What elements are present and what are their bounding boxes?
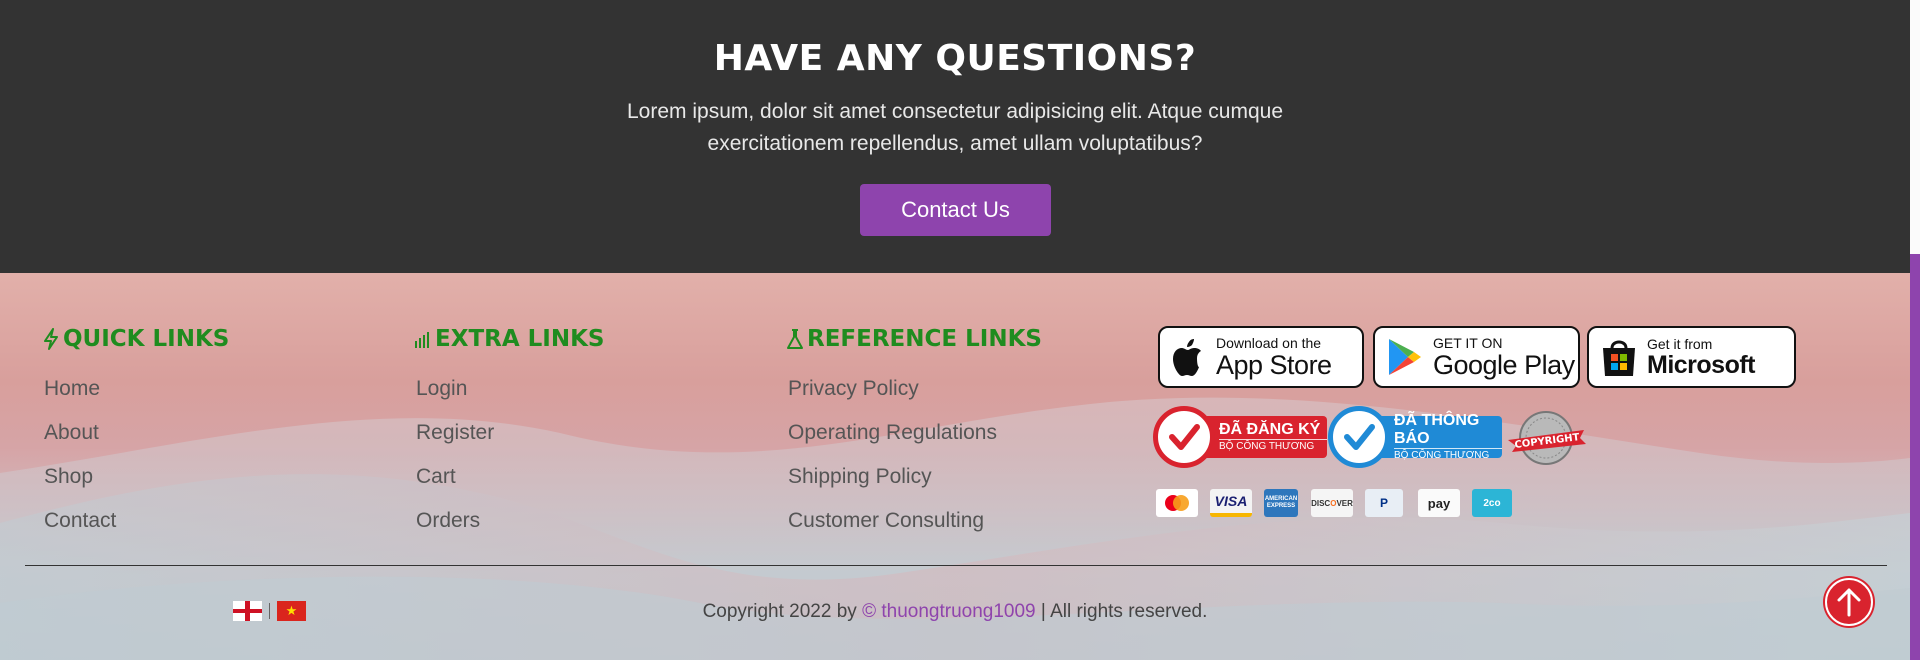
list-item: Contact	[44, 509, 229, 553]
copyright-brand-link[interactable]: © thuongtruong1009	[862, 601, 1036, 622]
registered-line2: BỘ CÔNG THƯƠNG	[1219, 438, 1327, 454]
link-orders[interactable]: Orders	[416, 509, 480, 532]
cta-description: Lorem ipsum, dolor sit amet consectetur …	[627, 100, 1283, 155]
link-shop[interactable]: Shop	[44, 465, 93, 488]
list-item: Login	[416, 377, 605, 421]
registered-banner: ĐÃ ĐĂNG KÝ BỘ CÔNG THƯƠNG	[1203, 416, 1327, 458]
scroll-to-top-button[interactable]	[1825, 578, 1873, 626]
bolt-icon	[44, 328, 58, 350]
notified-banner: ĐÃ THÔNG BÁO BỘ CÔNG THƯƠNG	[1378, 412, 1502, 461]
google-play-icon	[1389, 339, 1421, 375]
list-item: Customer Consulting	[788, 509, 1042, 553]
reference-links-column: REFERENCE LINKS Privacy Policy Operating…	[786, 323, 1042, 553]
list-item: Shipping Policy	[788, 465, 1042, 509]
page-scrollbar[interactable]	[1910, 0, 1920, 660]
footer: QUICK LINKS Home About Shop Contact EXTR…	[0, 273, 1910, 660]
copyright-suffix: | All rights reserved.	[1040, 601, 1208, 622]
quick-links-title: QUICK LINKS	[63, 326, 230, 352]
quick-links-column: QUICK LINKS Home About Shop Contact	[42, 323, 229, 553]
extra-links-column: EXTRA LINKS Login Register Cart Orders	[414, 323, 605, 553]
cta-title: HAVE ANY QUESTIONS?	[713, 38, 1197, 79]
registered-line1: ĐÃ ĐĂNG KÝ	[1219, 420, 1321, 438]
visa-icon: VISA	[1210, 489, 1252, 517]
notified-ministry-badge[interactable]: ĐÃ THÔNG BÁO BỘ CÔNG THƯƠNG	[1328, 406, 1502, 468]
microsoft-store-badge[interactable]: Get it from Microsoft	[1587, 326, 1796, 388]
cta-section: HAVE ANY QUESTIONS? Lorem ipsum, dolor s…	[0, 0, 1910, 273]
link-login[interactable]: Login	[416, 377, 467, 400]
list-item: Home	[44, 377, 229, 421]
bar-chart-icon	[415, 332, 429, 348]
link-contact[interactable]: Contact	[44, 509, 116, 532]
link-home[interactable]: Home	[44, 377, 100, 400]
contact-us-button[interactable]: Contact Us	[860, 184, 1051, 236]
list-item: Cart	[416, 465, 605, 509]
list-item: Orders	[416, 509, 605, 553]
link-privacy-policy[interactable]: Privacy Policy	[788, 377, 919, 400]
google-play-small: GET IT ON	[1433, 334, 1503, 351]
app-store-badge[interactable]: Download on the App Store	[1158, 326, 1364, 388]
registered-ministry-badge[interactable]: ĐÃ ĐĂNG KÝ BỘ CÔNG THƯƠNG	[1153, 406, 1327, 468]
copyright-seal-icon[interactable]: COPYRIGHT	[1504, 407, 1588, 469]
extra-links-title: EXTRA LINKS	[435, 326, 605, 352]
link-cart[interactable]: Cart	[416, 465, 456, 488]
microsoft-store-big: Microsoft	[1647, 350, 1756, 379]
scrollbar-thumb[interactable]	[1910, 254, 1920, 660]
link-customer-consulting[interactable]: Customer Consulting	[788, 509, 984, 532]
2checkout-icon: 2co	[1472, 489, 1512, 517]
paypal-icon: P	[1365, 489, 1403, 517]
notified-line1: ĐÃ THÔNG BÁO	[1394, 411, 1480, 447]
list-item: Shop	[44, 465, 229, 509]
amazon-pay-icon: pay	[1418, 489, 1460, 517]
list-item: Operating Regulations	[788, 421, 1042, 465]
list-item: About	[44, 421, 229, 465]
list-item: Privacy Policy	[788, 377, 1042, 421]
link-about[interactable]: About	[44, 421, 99, 444]
google-play-badge[interactable]: GET IT ON Google Play	[1373, 326, 1580, 388]
copyright-text: Copyright 2022 by © thuongtruong1009 | A…	[0, 601, 1910, 623]
copyright-prefix: Copyright 2022 by	[702, 601, 857, 622]
check-icon	[1328, 406, 1390, 468]
flask-icon	[787, 329, 803, 349]
app-store-small: Download on the	[1216, 334, 1322, 351]
check-icon	[1153, 406, 1215, 468]
arrow-up-icon	[1837, 588, 1861, 617]
discover-icon: DISC O VER	[1311, 489, 1353, 517]
app-store-big: App Store	[1216, 349, 1332, 380]
extra-links-heading: EXTRA LINKS	[414, 323, 605, 355]
link-register[interactable]: Register	[416, 421, 494, 444]
list-item: Register	[416, 421, 605, 465]
microsoft-store-small: Get it from	[1647, 335, 1713, 352]
mastercard-icon	[1156, 489, 1198, 517]
quick-links-heading: QUICK LINKS	[42, 323, 229, 355]
amex-icon: AMERICAN EXPRESS	[1264, 489, 1298, 517]
footer-divider	[25, 565, 1887, 566]
reference-links-title: REFERENCE LINKS	[807, 326, 1042, 352]
link-operating-regulations[interactable]: Operating Regulations	[788, 421, 997, 444]
notified-line2: BỘ CÔNG THƯƠNG	[1394, 447, 1502, 463]
reference-links-heading: REFERENCE LINKS	[786, 323, 1042, 355]
link-shipping-policy[interactable]: Shipping Policy	[788, 465, 932, 488]
apple-icon	[1173, 339, 1201, 376]
google-play-big: Google Play	[1433, 349, 1575, 380]
microsoft-store-icon	[1603, 340, 1635, 376]
